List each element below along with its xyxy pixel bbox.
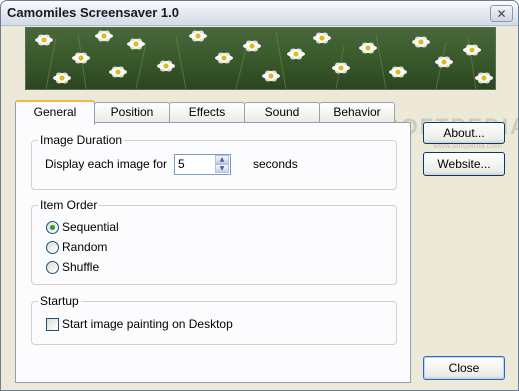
shuffle-label[interactable]: Shuffle xyxy=(62,260,99,274)
camomile-banner-image xyxy=(25,27,496,90)
startup-group: Startup Start image painting on Desktop xyxy=(31,294,397,345)
tab-behavior[interactable]: Behavior xyxy=(319,102,395,122)
general-tab-panel: Image Duration Display each image for 5 … xyxy=(15,122,411,383)
title-bar[interactable]: Camomiles Screensaver 1.0 ✕ xyxy=(1,1,518,26)
sequential-label[interactable]: Sequential xyxy=(62,220,119,234)
increment-button[interactable]: ▲ xyxy=(215,155,229,164)
random-label[interactable]: Random xyxy=(62,240,107,254)
tab-sound[interactable]: Sound xyxy=(244,102,320,122)
arrow-up-icon: ▲ xyxy=(219,155,225,163)
tab-position[interactable]: Position xyxy=(94,102,170,122)
duration-stepper[interactable]: 5 ▲ ▼ xyxy=(174,154,231,175)
decrement-button[interactable]: ▼ xyxy=(215,164,229,173)
radio-sequential[interactable] xyxy=(46,221,59,234)
radio-random[interactable] xyxy=(46,241,59,254)
tab-general[interactable]: General xyxy=(15,100,95,125)
start-painting-checkbox[interactable] xyxy=(46,318,59,331)
close-icon: ✕ xyxy=(496,6,507,21)
daisy-field-image xyxy=(26,28,495,89)
duration-value[interactable]: 5 xyxy=(178,157,185,171)
window-title: Camomiles Screensaver 1.0 xyxy=(7,5,179,20)
screensaver-window: Camomiles Screensaver 1.0 ✕ www.softpedi… xyxy=(0,0,519,391)
startup-label: Startup xyxy=(38,294,81,308)
image-duration-label: Image Duration xyxy=(38,133,125,147)
about-button[interactable]: About... xyxy=(423,122,505,144)
item-order-label: Item Order xyxy=(38,198,100,212)
website-button[interactable]: Website... xyxy=(423,152,505,176)
radio-shuffle[interactable] xyxy=(46,261,59,274)
close-window-button[interactable]: ✕ xyxy=(490,5,513,22)
close-button[interactable]: Close xyxy=(423,356,505,380)
seconds-label: seconds xyxy=(253,157,298,171)
display-each-image-label: Display each image for xyxy=(45,157,168,171)
image-duration-group: Image Duration Display each image for 5 … xyxy=(31,133,397,190)
item-order-group: Item Order Sequential Random Shuffle xyxy=(31,198,397,285)
start-painting-label[interactable]: Start image painting on Desktop xyxy=(62,317,233,331)
arrow-down-icon: ▼ xyxy=(219,164,225,172)
tab-effects[interactable]: Effects xyxy=(169,102,245,122)
